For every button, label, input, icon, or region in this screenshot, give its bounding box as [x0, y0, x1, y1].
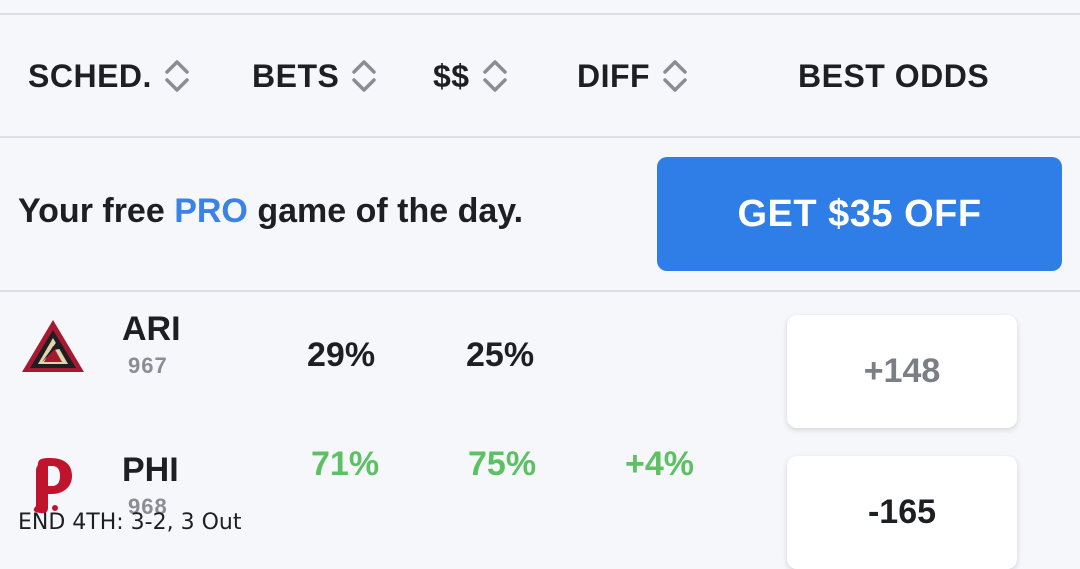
promo-message: Your free PRO game of the day.	[18, 192, 523, 231]
odds-button-phi[interactable]: -165	[787, 456, 1017, 569]
bets-label: BETS	[252, 57, 340, 94]
diff-value-phi: +4%	[625, 445, 694, 483]
top-divider	[0, 13, 1080, 15]
best-odds-label: BEST ODDS	[798, 57, 990, 94]
money-value-phi: 75%	[468, 445, 537, 483]
promo-text-before: Your free	[18, 192, 175, 230]
money-label: $$	[433, 57, 470, 94]
team-abbr-phi: PHI	[122, 451, 179, 489]
sched-label: SCHED.	[28, 57, 152, 94]
get-discount-button[interactable]: GET $35 OFF	[657, 157, 1062, 271]
sort-icon	[164, 56, 190, 96]
pro-highlight: PRO	[174, 192, 248, 230]
sched-column-header[interactable]: SCHED.	[28, 56, 190, 96]
odds-button-ari[interactable]: +148	[787, 315, 1017, 428]
diff-label: DIFF	[577, 57, 651, 94]
bets-column-header[interactable]: BETS	[252, 56, 377, 96]
game-status: END 4TH: 3-2, 3 Out	[18, 510, 242, 535]
header-divider	[0, 136, 1080, 138]
sort-icon	[482, 56, 508, 96]
money-column-header[interactable]: $$	[433, 56, 508, 96]
betting-table: SCHED. BETS $$ DIFF BEST ODDS Your free …	[0, 0, 1080, 569]
bets-value-phi: 71%	[311, 445, 380, 483]
team-abbr-ari: ARI	[122, 310, 181, 348]
promo-text-after: game of the day.	[247, 192, 524, 230]
diamondbacks-logo-icon	[20, 318, 86, 379]
sort-icon	[351, 56, 377, 96]
best-odds-column-header: BEST ODDS	[798, 56, 989, 96]
rotation-number-ari: 967	[128, 353, 168, 378]
sort-icon	[662, 56, 688, 96]
promo-divider	[0, 290, 1080, 292]
money-value-ari: 25%	[466, 336, 535, 374]
bets-value-ari: 29%	[307, 336, 376, 374]
diff-column-header[interactable]: DIFF	[577, 56, 688, 96]
